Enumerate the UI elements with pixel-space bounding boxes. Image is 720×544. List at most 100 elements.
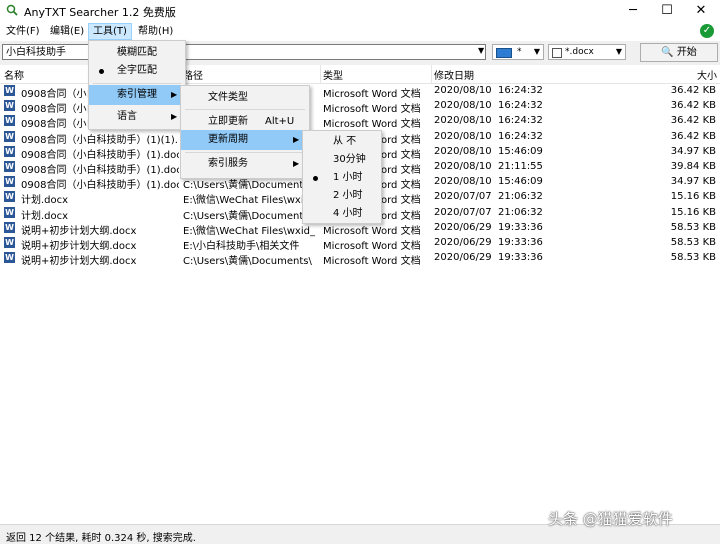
app-search-icon [6,4,18,16]
cell-path: E:\微信\WeChat Files\wxid_ [183,195,315,207]
window-title: AnyTXT Searcher 1.2 免费版 [24,6,176,19]
cell-size: 36.42 KB [670,115,716,127]
menu-item-2hour[interactable]: 2 小时 [303,186,381,206]
minimize-button[interactable]: ─ [616,0,650,22]
menu-item-label: 索引管理 [117,89,157,100]
cell-modified: 2020/07/07 21:06:32 [434,191,543,203]
status-text: 返回 12 个结果, 耗时 0.324 秒, 搜索完成. [6,533,196,544]
cell-type: Microsoft Word 文档 [323,104,421,116]
menu-item-label: 立即更新 [208,116,248,127]
cell-size: 15.16 KB [670,191,716,203]
cell-modified: 2020/08/10 15:46:09 [434,145,543,157]
submenu-arrow-icon: ▶ [171,112,178,121]
cell-path: C:\Users\黄儒\Documents\ [183,256,312,268]
location-value: * [517,47,522,57]
word-document-icon: W [4,100,15,112]
cell-name: 计划.docx [21,210,69,222]
menu-item-index-service[interactable]: 索引服务 ▶ [181,154,309,174]
menu-separator [93,83,181,84]
maximize-button[interactable]: ☐ [650,0,684,22]
column-divider[interactable] [320,65,321,83]
cell-path: E:\小白科技助手\相关文件 [183,241,300,252]
cell-name: 说明+初步计划大纲.docx [21,241,137,252]
menu-item-label: 更新周期 [208,134,248,145]
column-divider[interactable] [431,65,432,83]
cell-name: 说明+初步计划大纲.docx [21,256,137,268]
cell-type: Microsoft Word 文档 [323,89,421,100]
menu-item-label: 4 小时 [333,208,363,219]
word-document-icon: W [4,206,15,218]
menu-item-update-period[interactable]: 更新周期 ▶ [181,130,309,150]
cell-size: 34.97 KB [670,176,716,188]
cell-name: 0908合同（小白科技助手）(1).docx [21,180,179,192]
check-icon: ✓ [700,24,714,38]
word-document-icon: W [4,176,15,188]
cell-size: 36.42 KB [670,100,716,112]
menu-item-update-now[interactable]: 立即更新 Alt+U [181,112,309,132]
menu-item-index-management[interactable]: 索引管理 ▶ [89,85,185,105]
cell-size: 15.16 KB [670,206,716,218]
column-type[interactable]: 类型 [323,67,343,82]
search-dropdown-icon[interactable]: ▼ [478,46,484,55]
cell-type: Microsoft Word 文档 [323,241,421,252]
location-select[interactable]: * ▼ [492,44,544,60]
cell-size: 34.97 KB [670,145,716,157]
table-row[interactable]: W 说明+初步计划大纲.docx E:\小白科技助手\相关文件 Microsoft W… [0,236,720,252]
menu-item-label: 模糊匹配 [117,47,157,58]
submenu-arrow-icon: ▶ [171,90,178,99]
cell-size: 58.53 KB [670,252,716,264]
menu-item-label: 从 不 [333,136,357,147]
menu-item-label: 索引服务 [208,158,248,169]
column-path[interactable]: 路径 [183,67,203,82]
cell-type: Microsoft Word 文档 [323,256,421,268]
cell-modified: 2020/07/07 21:06:32 [434,206,543,218]
radio-dot-icon [99,69,104,74]
file-icon [552,48,562,58]
column-name[interactable]: 名称 [4,67,24,82]
menu-help[interactable]: 帮助(H) [134,24,177,39]
menu-item-exact[interactable]: 全字匹配 [89,61,185,81]
menu-item-label: 1 小时 [333,172,363,183]
cell-size: 36.42 KB [670,130,716,142]
menu-item-1hour[interactable]: 1 小时 [303,168,381,188]
menu-item-file-types[interactable]: 文件类型 [181,88,309,108]
column-size[interactable]: 大小 [697,67,717,82]
menu-edit[interactable]: 编辑(E) [46,24,88,39]
filetype-select[interactable]: *.docx ▼ [548,44,626,60]
radio-dot-icon [313,176,318,181]
cell-modified: 2020/06/29 19:33:36 [434,237,543,248]
menu-item-language[interactable]: 语言 ▶ [89,107,185,127]
cell-size: 58.53 KB [670,221,716,233]
cell-size: 58.53 KB [670,237,716,248]
menu-item-label: 文件类型 [208,92,248,103]
cell-name: 说明+初步计划大纲.docx [21,225,137,237]
cell-size: 36.42 KB [670,85,716,96]
drive-icon [496,48,512,58]
search-icon: 🔍 [661,47,674,58]
cell-path: C:\Users\黄儒\Documents [183,210,309,222]
index-submenu: 文件类型 立即更新 Alt+U 更新周期 ▶ 索引服务 ▶ [180,85,310,179]
cell-modified: 2020/08/10 15:46:09 [434,176,543,188]
close-button[interactable]: ✕ [684,0,718,22]
menu-tools[interactable]: 工具(T) [88,23,132,40]
word-document-icon: W [4,252,15,264]
menu-item-4hour[interactable]: 4 小时 [303,204,381,224]
column-modified[interactable]: 修改日期 [434,67,474,82]
word-document-icon: W [4,237,15,248]
search-input[interactable]: 小白科技助手 [2,44,486,60]
cell-modified: 2020/06/29 19:33:36 [434,221,543,233]
tools-menu: 模糊匹配 全字匹配 索引管理 ▶ 语言 ▶ [88,40,186,130]
menu-separator [185,152,305,153]
menu-file[interactable]: 文件(F) [2,24,44,39]
menu-item-never[interactable]: 从 不 [303,132,381,152]
cell-modified: 2020/08/10 16:24:32 [434,130,543,142]
word-document-icon: W [4,191,15,203]
word-document-icon: W [4,85,15,96]
start-button[interactable]: 🔍 开始 [640,43,718,62]
menu-item-30min[interactable]: 30分钟 [303,150,381,170]
table-row[interactable]: W 说明+初步计划大纲.docx C:\Users\黄儒\Documents\ Mic… [0,251,720,268]
cell-modified: 2020/08/10 21:11:55 [434,161,543,172]
cell-modified: 2020/08/10 16:24:32 [434,100,543,112]
menu-item-fuzzy[interactable]: 模糊匹配 [89,43,185,63]
cell-name: 0908合同（小白科技助手）(1)(1).... [21,134,179,146]
